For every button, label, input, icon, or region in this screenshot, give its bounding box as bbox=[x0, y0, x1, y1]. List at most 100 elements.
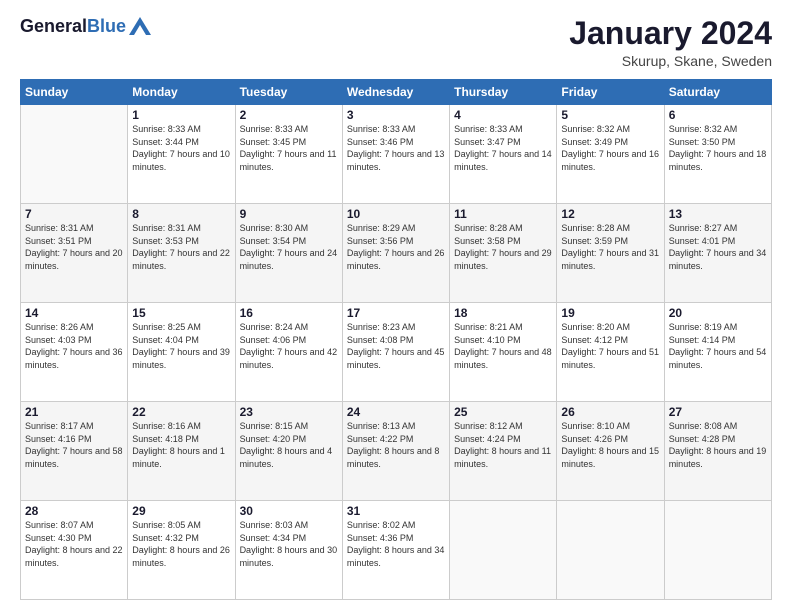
table-row: 23Sunrise: 8:15 AMSunset: 4:20 PMDayligh… bbox=[235, 402, 342, 501]
day-info: Sunrise: 8:02 AMSunset: 4:36 PMDaylight:… bbox=[347, 519, 445, 569]
day-number: 21 bbox=[25, 405, 123, 419]
day-number: 14 bbox=[25, 306, 123, 320]
day-number: 16 bbox=[240, 306, 338, 320]
table-row: 20Sunrise: 8:19 AMSunset: 4:14 PMDayligh… bbox=[664, 303, 771, 402]
day-number: 3 bbox=[347, 108, 445, 122]
table-row: 19Sunrise: 8:20 AMSunset: 4:12 PMDayligh… bbox=[557, 303, 664, 402]
day-number: 7 bbox=[25, 207, 123, 221]
calendar-week-row: 14Sunrise: 8:26 AMSunset: 4:03 PMDayligh… bbox=[21, 303, 772, 402]
day-number: 19 bbox=[561, 306, 659, 320]
day-number: 4 bbox=[454, 108, 552, 122]
title-section: January 2024 Skurup, Skane, Sweden bbox=[569, 16, 772, 69]
location: Skurup, Skane, Sweden bbox=[569, 53, 772, 69]
day-number: 10 bbox=[347, 207, 445, 221]
table-row: 1Sunrise: 8:33 AMSunset: 3:44 PMDaylight… bbox=[128, 105, 235, 204]
header: GeneralBlue January 2024 Skurup, Skane, … bbox=[20, 16, 772, 69]
table-row: 12Sunrise: 8:28 AMSunset: 3:59 PMDayligh… bbox=[557, 204, 664, 303]
col-monday: Monday bbox=[128, 80, 235, 105]
calendar-table: Sunday Monday Tuesday Wednesday Thursday… bbox=[20, 79, 772, 600]
day-info: Sunrise: 8:13 AMSunset: 4:22 PMDaylight:… bbox=[347, 420, 445, 470]
table-row: 25Sunrise: 8:12 AMSunset: 4:24 PMDayligh… bbox=[450, 402, 557, 501]
calendar-header-row: Sunday Monday Tuesday Wednesday Thursday… bbox=[21, 80, 772, 105]
table-row: 14Sunrise: 8:26 AMSunset: 4:03 PMDayligh… bbox=[21, 303, 128, 402]
day-number: 2 bbox=[240, 108, 338, 122]
day-info: Sunrise: 8:31 AMSunset: 3:53 PMDaylight:… bbox=[132, 222, 230, 272]
calendar-week-row: 7Sunrise: 8:31 AMSunset: 3:51 PMDaylight… bbox=[21, 204, 772, 303]
table-row: 8Sunrise: 8:31 AMSunset: 3:53 PMDaylight… bbox=[128, 204, 235, 303]
day-info: Sunrise: 8:21 AMSunset: 4:10 PMDaylight:… bbox=[454, 321, 552, 371]
day-number: 29 bbox=[132, 504, 230, 518]
day-info: Sunrise: 8:33 AMSunset: 3:44 PMDaylight:… bbox=[132, 123, 230, 173]
table-row bbox=[557, 501, 664, 600]
day-number: 25 bbox=[454, 405, 552, 419]
table-row: 15Sunrise: 8:25 AMSunset: 4:04 PMDayligh… bbox=[128, 303, 235, 402]
day-number: 28 bbox=[25, 504, 123, 518]
day-info: Sunrise: 8:17 AMSunset: 4:16 PMDaylight:… bbox=[25, 420, 123, 470]
table-row: 11Sunrise: 8:28 AMSunset: 3:58 PMDayligh… bbox=[450, 204, 557, 303]
col-tuesday: Tuesday bbox=[235, 80, 342, 105]
col-thursday: Thursday bbox=[450, 80, 557, 105]
logo-general-text: GeneralBlue bbox=[20, 16, 126, 37]
day-info: Sunrise: 8:33 AMSunset: 3:46 PMDaylight:… bbox=[347, 123, 445, 173]
day-info: Sunrise: 8:19 AMSunset: 4:14 PMDaylight:… bbox=[669, 321, 767, 371]
calendar-week-row: 28Sunrise: 8:07 AMSunset: 4:30 PMDayligh… bbox=[21, 501, 772, 600]
day-info: Sunrise: 8:28 AMSunset: 3:58 PMDaylight:… bbox=[454, 222, 552, 272]
day-info: Sunrise: 8:03 AMSunset: 4:34 PMDaylight:… bbox=[240, 519, 338, 569]
day-number: 31 bbox=[347, 504, 445, 518]
day-info: Sunrise: 8:15 AMSunset: 4:20 PMDaylight:… bbox=[240, 420, 338, 470]
table-row: 21Sunrise: 8:17 AMSunset: 4:16 PMDayligh… bbox=[21, 402, 128, 501]
day-info: Sunrise: 8:33 AMSunset: 3:47 PMDaylight:… bbox=[454, 123, 552, 173]
day-info: Sunrise: 8:32 AMSunset: 3:49 PMDaylight:… bbox=[561, 123, 659, 173]
table-row: 29Sunrise: 8:05 AMSunset: 4:32 PMDayligh… bbox=[128, 501, 235, 600]
table-row bbox=[450, 501, 557, 600]
col-saturday: Saturday bbox=[664, 80, 771, 105]
table-row: 2Sunrise: 8:33 AMSunset: 3:45 PMDaylight… bbox=[235, 105, 342, 204]
day-number: 27 bbox=[669, 405, 767, 419]
table-row: 4Sunrise: 8:33 AMSunset: 3:47 PMDaylight… bbox=[450, 105, 557, 204]
day-number: 11 bbox=[454, 207, 552, 221]
day-number: 20 bbox=[669, 306, 767, 320]
day-number: 6 bbox=[669, 108, 767, 122]
table-row: 13Sunrise: 8:27 AMSunset: 4:01 PMDayligh… bbox=[664, 204, 771, 303]
day-number: 12 bbox=[561, 207, 659, 221]
table-row: 9Sunrise: 8:30 AMSunset: 3:54 PMDaylight… bbox=[235, 204, 342, 303]
day-info: Sunrise: 8:10 AMSunset: 4:26 PMDaylight:… bbox=[561, 420, 659, 470]
day-number: 8 bbox=[132, 207, 230, 221]
table-row: 28Sunrise: 8:07 AMSunset: 4:30 PMDayligh… bbox=[21, 501, 128, 600]
day-number: 22 bbox=[132, 405, 230, 419]
day-number: 1 bbox=[132, 108, 230, 122]
table-row: 22Sunrise: 8:16 AMSunset: 4:18 PMDayligh… bbox=[128, 402, 235, 501]
day-info: Sunrise: 8:26 AMSunset: 4:03 PMDaylight:… bbox=[25, 321, 123, 371]
page: GeneralBlue January 2024 Skurup, Skane, … bbox=[0, 0, 792, 612]
day-number: 23 bbox=[240, 405, 338, 419]
day-number: 15 bbox=[132, 306, 230, 320]
table-row: 24Sunrise: 8:13 AMSunset: 4:22 PMDayligh… bbox=[342, 402, 449, 501]
day-info: Sunrise: 8:25 AMSunset: 4:04 PMDaylight:… bbox=[132, 321, 230, 371]
day-number: 13 bbox=[669, 207, 767, 221]
table-row: 31Sunrise: 8:02 AMSunset: 4:36 PMDayligh… bbox=[342, 501, 449, 600]
table-row: 27Sunrise: 8:08 AMSunset: 4:28 PMDayligh… bbox=[664, 402, 771, 501]
day-info: Sunrise: 8:27 AMSunset: 4:01 PMDaylight:… bbox=[669, 222, 767, 272]
month-title: January 2024 bbox=[569, 16, 772, 51]
table-row: 6Sunrise: 8:32 AMSunset: 3:50 PMDaylight… bbox=[664, 105, 771, 204]
day-info: Sunrise: 8:12 AMSunset: 4:24 PMDaylight:… bbox=[454, 420, 552, 470]
table-row: 18Sunrise: 8:21 AMSunset: 4:10 PMDayligh… bbox=[450, 303, 557, 402]
day-info: Sunrise: 8:07 AMSunset: 4:30 PMDaylight:… bbox=[25, 519, 123, 569]
col-wednesday: Wednesday bbox=[342, 80, 449, 105]
table-row: 5Sunrise: 8:32 AMSunset: 3:49 PMDaylight… bbox=[557, 105, 664, 204]
day-number: 9 bbox=[240, 207, 338, 221]
calendar-week-row: 21Sunrise: 8:17 AMSunset: 4:16 PMDayligh… bbox=[21, 402, 772, 501]
table-row: 16Sunrise: 8:24 AMSunset: 4:06 PMDayligh… bbox=[235, 303, 342, 402]
day-number: 30 bbox=[240, 504, 338, 518]
day-info: Sunrise: 8:29 AMSunset: 3:56 PMDaylight:… bbox=[347, 222, 445, 272]
day-info: Sunrise: 8:20 AMSunset: 4:12 PMDaylight:… bbox=[561, 321, 659, 371]
logo-icon bbox=[129, 17, 151, 35]
table-row: 17Sunrise: 8:23 AMSunset: 4:08 PMDayligh… bbox=[342, 303, 449, 402]
logo: GeneralBlue bbox=[20, 16, 151, 37]
table-row: 10Sunrise: 8:29 AMSunset: 3:56 PMDayligh… bbox=[342, 204, 449, 303]
table-row bbox=[664, 501, 771, 600]
table-row: 3Sunrise: 8:33 AMSunset: 3:46 PMDaylight… bbox=[342, 105, 449, 204]
day-number: 5 bbox=[561, 108, 659, 122]
col-friday: Friday bbox=[557, 80, 664, 105]
day-info: Sunrise: 8:32 AMSunset: 3:50 PMDaylight:… bbox=[669, 123, 767, 173]
